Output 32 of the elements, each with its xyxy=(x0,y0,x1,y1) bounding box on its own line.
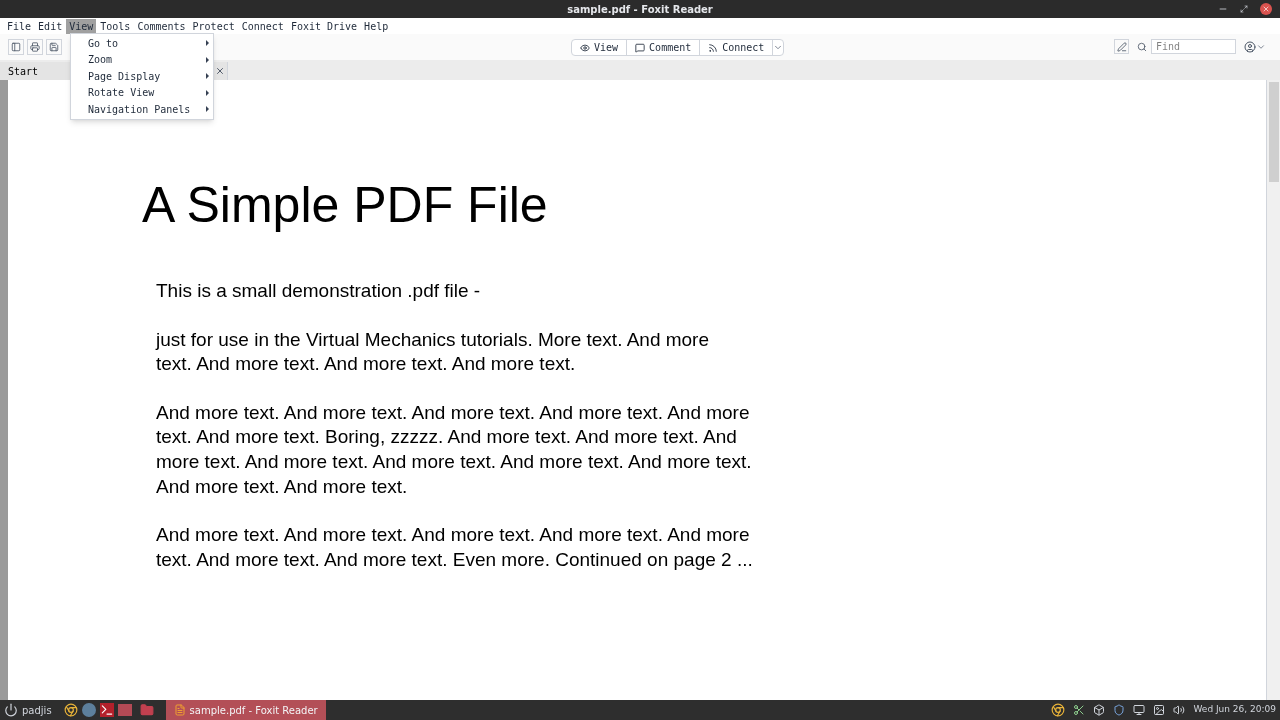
menu-item[interactable]: Tools xyxy=(97,18,134,34)
menu-entry[interactable]: Rotate View xyxy=(71,84,213,101)
menu-item[interactable]: Connect xyxy=(238,18,287,34)
body-text-line: And more text. And more text. xyxy=(156,474,409,499)
document-title: A Simple PDF File xyxy=(142,176,549,235)
window-title: sample.pdf - Foxit Reader xyxy=(567,2,713,17)
body-text-line: text. And more text. And more text. And more text. xyxy=(156,352,577,377)
mode-button[interactable]: Connect xyxy=(700,40,774,55)
user-name: padjis xyxy=(22,703,52,718)
menu-item[interactable]: Help xyxy=(361,18,392,34)
menu-item[interactable]: View xyxy=(66,18,97,34)
body-text-line: text. And more text. Boring, zzzzz. And more text. And more text. And xyxy=(156,425,738,450)
body-text-line: And more text. And more text. And more text. And more text. And more xyxy=(156,400,751,425)
body-text-line: text. And more text. And more text. Even more. Continued on page 2 ... xyxy=(156,547,754,572)
menu-item[interactable]: Protect xyxy=(189,18,238,34)
mode-button[interactable]: View xyxy=(572,40,628,55)
taskbar-task[interactable]: sample.pdf - Foxit Reader xyxy=(165,700,326,720)
menu-item[interactable]: Edit xyxy=(35,18,66,34)
body-text-line: just for use in the Virtual Mechanics tutorials. More text. And more xyxy=(156,327,710,352)
menu-item[interactable]: Foxit Drive xyxy=(287,18,361,34)
menu-entry[interactable]: Navigation Panels xyxy=(71,101,213,118)
search-field[interactable]: Find xyxy=(1151,39,1236,54)
body-text-line: This is a small demonstration .pdf file - xyxy=(156,279,482,303)
menu-entry[interactable]: Go to xyxy=(71,35,213,52)
body-text-line: more text. And more text. And more text. And more text. And more text. xyxy=(156,449,753,474)
menu-item[interactable]: Comments xyxy=(134,18,189,34)
clock: Wed Jun 26, 20:09 xyxy=(1193,703,1276,717)
body-text-line: And more text. And more text. And more text. And more text. And more xyxy=(156,523,751,548)
mode-button[interactable]: Comment xyxy=(627,40,701,55)
menu-item[interactable]: File xyxy=(4,18,35,34)
menu-entry[interactable]: Page Display xyxy=(71,68,213,85)
menu-entry[interactable]: Zoom xyxy=(71,51,213,68)
